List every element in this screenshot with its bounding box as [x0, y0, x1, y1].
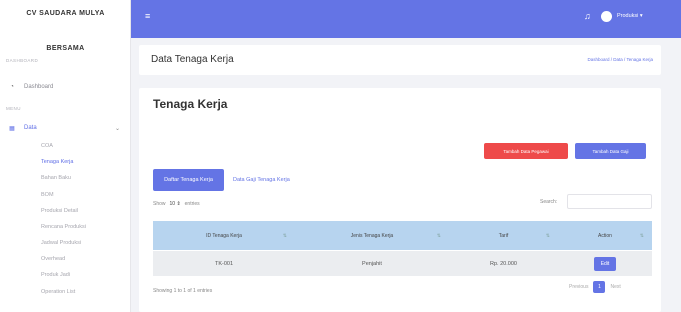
- sidebar-subitem-produksi-detail[interactable]: Produksi Detail: [41, 208, 78, 214]
- page-title: Data Tenaga Kerja: [151, 54, 234, 65]
- sidebar-item-label: Data: [24, 125, 37, 131]
- add-employee-label: Tambah Data Pegawai: [503, 148, 549, 154]
- entries-label: entries: [184, 201, 200, 207]
- cell-tarif: Rp. 20.000: [490, 260, 517, 267]
- search-input[interactable]: [567, 194, 652, 209]
- dashboard-icon: ◔: [10, 84, 14, 90]
- cell-jenis: Penjahit: [362, 260, 382, 267]
- pagination: Previous 1 Next: [569, 281, 621, 293]
- column-header-label: ID Tenaga Kerja: [206, 232, 242, 239]
- add-salary-button[interactable]: Tambah Data Gaji: [575, 143, 646, 159]
- sidebar-item-dashboard[interactable]: ◔ Dashboard: [8, 80, 126, 94]
- column-header-tarif[interactable]: Tarif ⇅: [449, 221, 558, 250]
- sidebar-subitem-operation-list[interactable]: Operation List: [41, 289, 75, 295]
- table-row: TK-001 Penjahit Rp. 20.000 Edit: [153, 251, 652, 276]
- search-label: Search:: [540, 199, 558, 205]
- entries-select[interactable]: 10 ⇕: [170, 201, 181, 207]
- sort-icon: ⇅: [282, 232, 287, 239]
- sort-icon: ⇅: [436, 232, 441, 239]
- sidebar-subitem-coa[interactable]: COA: [41, 143, 53, 149]
- add-employee-button[interactable]: Tambah Data Pegawai: [484, 143, 568, 159]
- tab-data-gaji[interactable]: Data Gaji Tenaga Kerja: [233, 177, 290, 183]
- sidebar-item-label: Dashboard: [24, 84, 54, 90]
- table-header-row: ID Tenaga Kerja ⇅ Jenis Tenaga Kerja ⇅ T…: [153, 221, 652, 250]
- sort-icon: ⇅: [545, 232, 550, 239]
- sidebar-subitem-rencana-produksi[interactable]: Rencana Produksi: [41, 224, 86, 230]
- tab-daftar-tenaga-kerja[interactable]: Daftar Tenaga Kerja: [153, 169, 224, 191]
- sidebar-item-data[interactable]: ▦ Data ⌄: [8, 121, 126, 135]
- breadcrumb[interactable]: Dashboard / Data / Tenaga Kerja: [588, 57, 653, 62]
- cell-id: TK-001: [214, 260, 234, 267]
- add-salary-label: Tambah Data Gaji: [592, 148, 629, 154]
- content-card: Tenaga Kerja Tambah Data Pegawai Tambah …: [139, 88, 661, 312]
- pagination-previous[interactable]: Previous: [569, 284, 588, 290]
- table-info: Showing 1 to 1 of 1 entries: [153, 288, 213, 294]
- chevron-down-icon: ⌄: [114, 125, 120, 132]
- user-menu[interactable]: Produksi ▾: [617, 13, 643, 19]
- brand-name-line2: BERSAMA: [46, 45, 85, 52]
- table-icon: ▦: [9, 125, 15, 132]
- pagination-page-1[interactable]: 1: [593, 281, 606, 293]
- column-header-id[interactable]: ID Tenaga Kerja ⇅: [153, 221, 295, 250]
- sort-icon: ⇅: [639, 232, 644, 239]
- sidebar-subitem-tenaga-kerja[interactable]: Tenaga Kerja: [41, 159, 73, 165]
- show-label: Show: [153, 201, 166, 207]
- bell-icon[interactable]: ♫: [584, 11, 591, 21]
- sidebar-subitem-bahan-baku[interactable]: Bahan Baku: [41, 175, 71, 181]
- sidebar-subitem-bom[interactable]: BOM: [41, 192, 54, 198]
- hamburger-menu-icon[interactable]: ≡: [145, 11, 150, 21]
- avatar[interactable]: [601, 11, 612, 22]
- cell-action: Edit: [558, 251, 652, 276]
- sidebar-subitem-produk-jadi[interactable]: Produk Jadi: [41, 272, 70, 278]
- entries-length-control: Show 10 ⇕ entries: [153, 201, 200, 207]
- brand-name-line1: CV SAUDARA MULYA: [26, 10, 105, 17]
- column-header-action[interactable]: Action ⇅: [558, 221, 652, 250]
- section-label-menu: MENU: [6, 106, 21, 111]
- column-header-label: Jenis Tenaga Kerja: [350, 232, 394, 239]
- top-navbar: ≡ ♫ Produksi ▾: [131, 0, 681, 38]
- card-title: Tenaga Kerja: [153, 97, 228, 111]
- column-header-label: Action: [598, 232, 612, 239]
- sidebar: CV SAUDARA MULYA BERSAMA DASHBOARD ◔ Das…: [0, 0, 131, 312]
- sidebar-subitem-jadwal-produksi[interactable]: Jadwal Produksi: [41, 240, 81, 246]
- section-label-dashboard: DASHBOARD: [6, 58, 39, 63]
- sidebar-subitem-overhead[interactable]: Overhead: [41, 256, 65, 262]
- pagination-next[interactable]: Next: [610, 284, 620, 290]
- page-header: Data Tenaga Kerja Dashboard / Data / Ten…: [139, 45, 661, 75]
- edit-button[interactable]: Edit: [594, 256, 616, 271]
- column-header-label: Tarif: [498, 232, 509, 239]
- column-header-jenis[interactable]: Jenis Tenaga Kerja ⇅: [295, 221, 449, 250]
